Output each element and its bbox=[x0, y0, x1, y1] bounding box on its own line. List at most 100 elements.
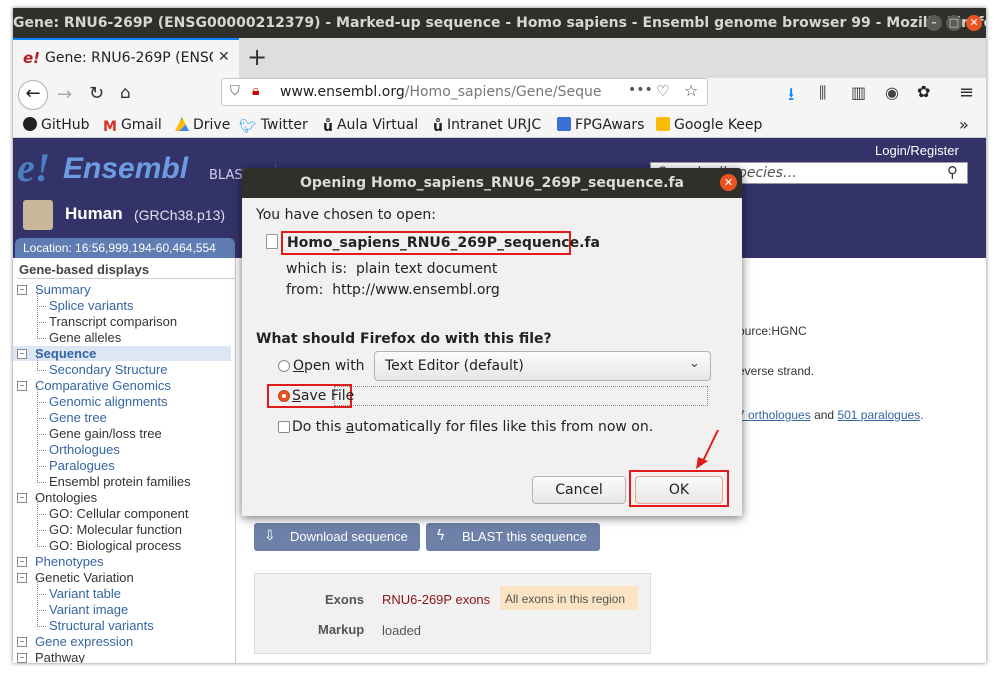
bookmark-intranet-urjc[interactable]: ů Intranet URJC bbox=[433, 117, 541, 135]
sidebar-item-go-molecular-function: GO: Molecular function bbox=[27, 514, 182, 537]
collapse-toggle-icon[interactable]: − bbox=[17, 349, 27, 359]
sidebar-item-label: Paralogues bbox=[49, 458, 115, 473]
page-actions-icon[interactable]: ••• bbox=[628, 82, 653, 98]
bookmark-gmail[interactable]: M Gmail bbox=[103, 117, 162, 135]
open-with-radio[interactable] bbox=[278, 360, 290, 372]
ensembl-logo-e[interactable]: e! bbox=[17, 144, 50, 191]
species-name[interactable]: Human bbox=[65, 204, 123, 224]
collapse-toggle-icon[interactable]: − bbox=[17, 653, 27, 663]
account-icon[interactable]: ◉ bbox=[885, 83, 899, 102]
pocket-icon[interactable]: ♡ bbox=[656, 82, 669, 100]
sidebar-item-label: Gene expression bbox=[35, 634, 134, 649]
collapse-toggle-icon[interactable]: − bbox=[17, 493, 27, 503]
ensembl-logo-text[interactable]: Ensembl bbox=[63, 152, 188, 186]
url-domain: www.ensembl.org bbox=[280, 84, 405, 100]
window-titlebar: Gene: RNU6-269P (ENSG00000212379) - Mark… bbox=[13, 8, 986, 38]
action-question: What should Firefox do with this file? bbox=[256, 331, 552, 347]
minimize-icon[interactable]: – bbox=[926, 15, 942, 31]
blast-sequence-button[interactable]: ϟ BLAST this sequence bbox=[426, 523, 600, 551]
sidebar-item-label: Comparative Genomics bbox=[35, 378, 171, 393]
sidebar-item-transcript-comparison: Transcript comparison bbox=[27, 306, 177, 329]
save-file-radio[interactable] bbox=[278, 390, 290, 402]
close-window-icon[interactable]: ✕ bbox=[966, 15, 982, 31]
collapse-toggle-icon[interactable]: − bbox=[17, 381, 27, 391]
url-bar[interactable]: ⛉ 🔒︎ www.ensembl.org/Homo_sapiens/Gene/S… bbox=[221, 78, 708, 106]
bookmark-google-keep[interactable]: Google Keep bbox=[656, 117, 762, 133]
download-sequence-button[interactable]: ⇩ Download sequence bbox=[254, 523, 420, 551]
sidebar-item-gene-tree[interactable]: Gene tree bbox=[27, 402, 107, 425]
extension-icon[interactable]: ✿ bbox=[917, 82, 930, 101]
sidebar-item-gene-expression[interactable]: − Gene expression bbox=[13, 634, 133, 649]
sidebar-item-comparative-genomics[interactable]: − Comparative Genomics bbox=[13, 378, 171, 393]
collapse-toggle-icon[interactable]: − bbox=[17, 573, 27, 583]
downloads-icon[interactable]: ⭳ bbox=[788, 82, 794, 112]
close-tab-icon[interactable]: ✕ bbox=[218, 49, 230, 65]
sidebar-item-go-cellular-component: GO: Cellular component bbox=[27, 498, 188, 521]
sidebar-item-label: Phenotypes bbox=[35, 554, 104, 569]
tree-connector bbox=[37, 306, 46, 323]
back-icon[interactable]: ← bbox=[18, 80, 48, 110]
sidebar-item-phenotypes[interactable]: − Phenotypes bbox=[13, 554, 104, 569]
sidebar-item-secondary-structure[interactable]: Secondary Structure bbox=[27, 354, 168, 377]
save-file-label[interactable]: Save File bbox=[292, 388, 354, 404]
sidebar-item-label: Structural variants bbox=[49, 618, 154, 633]
more-bookmarks-icon[interactable]: » bbox=[959, 115, 969, 134]
auto-action-checkbox[interactable] bbox=[278, 421, 290, 433]
blast-icon: ϟ bbox=[436, 528, 446, 544]
bookmarks-toolbar: GitHub M Gmail Drive 🐦︎ Twitter ů Aula Virt… bbox=[13, 114, 986, 138]
tab-ensembl-gene[interactable]: e! Gene: RNU6-269P (ENSG ✕ bbox=[13, 38, 239, 78]
tree-connector bbox=[37, 466, 46, 483]
sidebar-item-structural-variants[interactable]: Structural variants bbox=[27, 610, 154, 633]
shield-icon[interactable]: ⛉ bbox=[230, 84, 240, 99]
forward-icon[interactable]: → bbox=[57, 84, 72, 105]
new-tab-icon[interactable]: + bbox=[247, 43, 267, 71]
search-icon[interactable]: ⚲ bbox=[947, 163, 958, 181]
open-with-app-select[interactable]: Text Editor (default) ⌄ bbox=[374, 351, 711, 381]
sidebar-item-label: Genetic Variation bbox=[35, 570, 134, 585]
reload-icon[interactable]: ↻ bbox=[89, 83, 104, 104]
insecure-lock-icon[interactable]: 🔒︎ bbox=[252, 83, 259, 99]
save-file-focus-ring bbox=[334, 386, 708, 406]
sidebar-toggle-icon[interactable]: ▥ bbox=[851, 83, 866, 102]
tree-connector bbox=[37, 530, 46, 547]
markup-label: Markup bbox=[318, 622, 365, 637]
open-with-label[interactable]: Open with bbox=[293, 358, 365, 374]
sidebar-item-label: Splice variants bbox=[49, 298, 134, 313]
sidebar-item-label: Transcript comparison bbox=[49, 314, 178, 329]
dialog-close-icon[interactable]: ✕ bbox=[720, 174, 737, 191]
sidebar-item-label: GO: Molecular function bbox=[49, 522, 182, 537]
paralogues-link[interactable]: 501 paralogues bbox=[837, 408, 920, 422]
sidebar-item-label: Variant table bbox=[49, 586, 122, 601]
cancel-button[interactable]: Cancel bbox=[532, 476, 626, 504]
home-icon[interactable]: ⌂ bbox=[120, 83, 131, 103]
tree-connector bbox=[37, 514, 46, 531]
auto-action-label[interactable]: Do this automatically for files like thi… bbox=[292, 419, 653, 435]
bookmark-aula-virtual[interactable]: ů Aula Virtual bbox=[323, 117, 418, 135]
bookmark-fpgawars[interactable]: FPGAwars bbox=[557, 117, 644, 133]
tree-connector bbox=[37, 594, 46, 611]
bookmark-drive[interactable]: Drive bbox=[175, 117, 230, 133]
download-icon: ⇩ bbox=[264, 528, 276, 544]
login-register-link[interactable]: Login/Register bbox=[875, 143, 959, 158]
github-icon bbox=[23, 117, 37, 131]
menu-hamburger-icon[interactable]: ≡ bbox=[959, 82, 974, 103]
library-icon[interactable]: ⫼ bbox=[819, 83, 826, 103]
keep-icon bbox=[656, 117, 670, 131]
collapse-toggle-icon[interactable]: − bbox=[17, 557, 27, 567]
tree-connector bbox=[37, 354, 46, 371]
all-exons-option[interactable]: All exons in this region bbox=[500, 586, 638, 610]
bookmark-github[interactable]: GitHub bbox=[23, 117, 90, 133]
collapse-toggle-icon[interactable]: − bbox=[17, 285, 27, 295]
gmail-icon: M bbox=[103, 119, 117, 135]
sidebar-item-pathway: − Pathway bbox=[13, 650, 85, 663]
chosen-to-open-text: You have chosen to open: bbox=[256, 207, 436, 223]
maximize-icon[interactable]: □ bbox=[946, 15, 962, 31]
twitter-icon: 🐦︎ bbox=[239, 119, 257, 135]
tree-connector bbox=[37, 610, 46, 627]
bookmark-twitter[interactable]: 🐦︎ Twitter bbox=[239, 117, 308, 135]
bookmark-star-icon[interactable]: ☆ bbox=[684, 81, 698, 100]
collapse-toggle-icon[interactable]: − bbox=[17, 637, 27, 647]
orthologues-link[interactable]: 7 orthologues bbox=[738, 408, 811, 422]
location-tab[interactable]: Location: 16:56,999,194-60,464,554 bbox=[15, 238, 235, 258]
ok-button[interactable]: OK bbox=[635, 476, 723, 504]
